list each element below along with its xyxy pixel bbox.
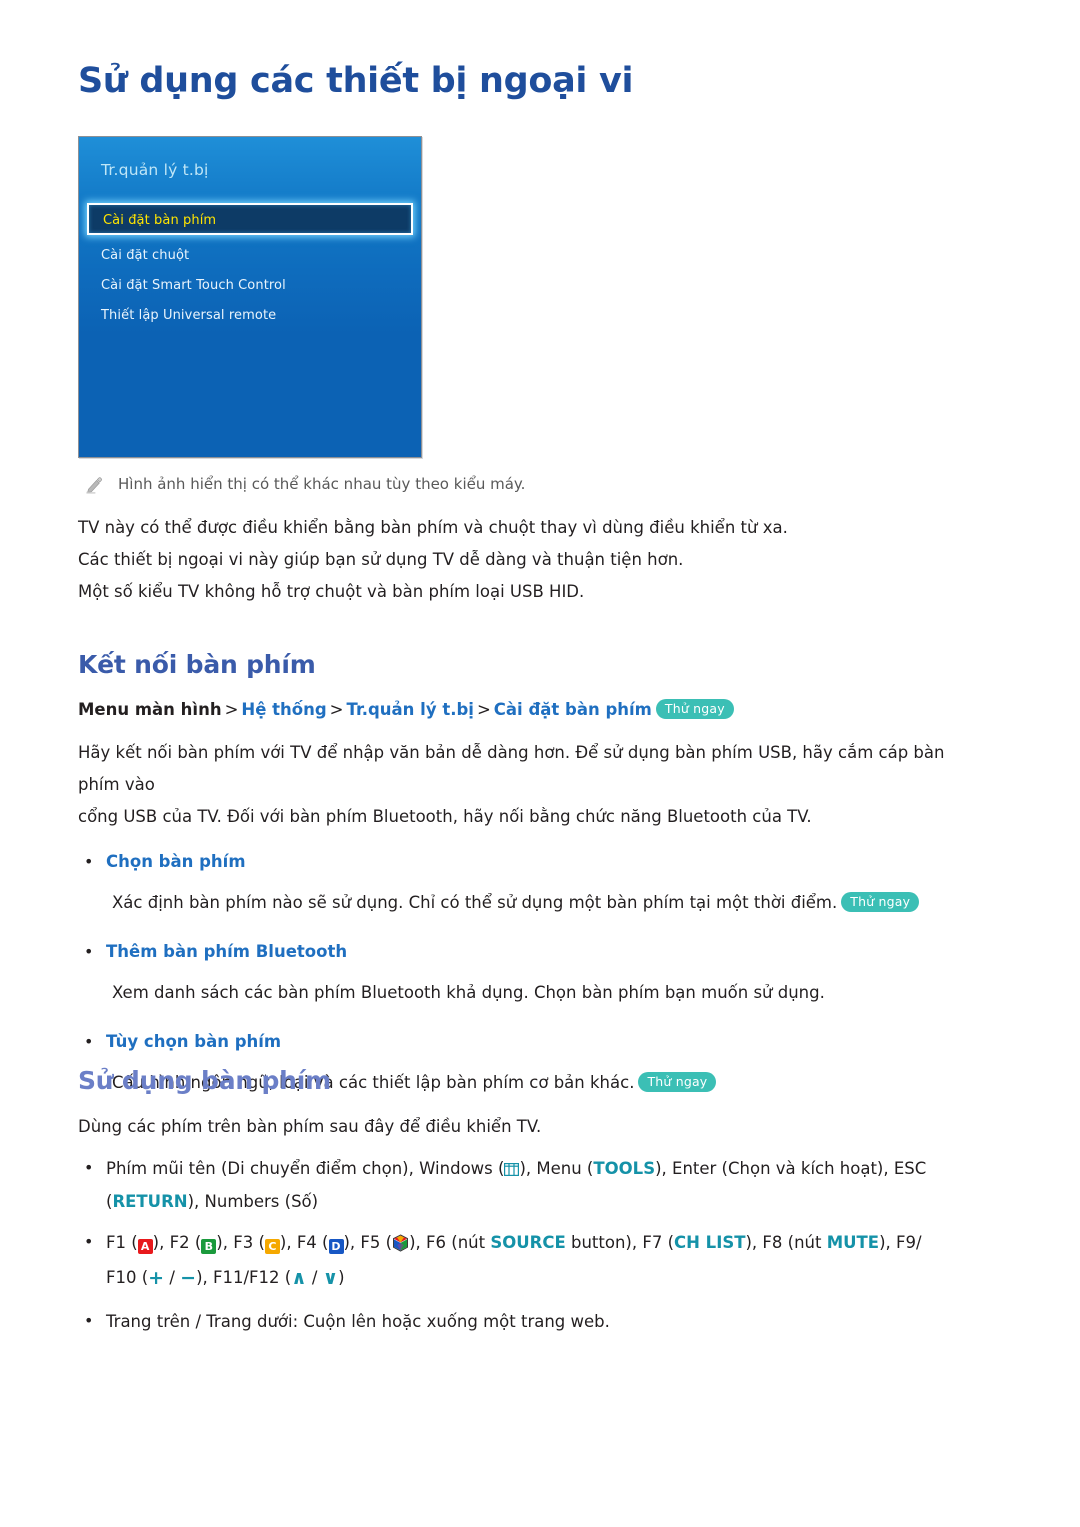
bullet-dot-icon: • [84, 1311, 94, 1330]
tv-menu-item-keyboard-settings[interactable]: Cài đặt bàn phím [87, 203, 413, 235]
breadcrumb-separator-1: > [224, 700, 239, 719]
connect-paragraph-line-2: cổng USB của TV. Đối với bàn phím Blueto… [78, 807, 812, 826]
fkeys-text-f1: F1 ( [106, 1233, 138, 1252]
use-intro-text: Dùng các phím trên bàn phím sau đây để đ… [78, 1117, 542, 1136]
connect-paragraph-line-1: Hãy kết nối bàn phím với TV để nhập văn … [78, 743, 945, 794]
tv-menu-item-mouse-settings[interactable]: Cài đặt chuột [79, 241, 421, 271]
option-add-bluetooth-keyboard: • Thêm bàn phím Bluetooth [78, 937, 988, 967]
channel-up-icon: ∧ [291, 1267, 307, 1289]
key-list-item-function-keys: • F1 (A), F2 (B), F3 (C), F4 (D), F5 (),… [78, 1227, 988, 1294]
intro-paragraph-1: TV này có thể được điều khiển bằng bàn p… [78, 518, 788, 537]
tv-menu-list: Cài đặt bàn phím Cài đặt chuột Cài đặt S… [79, 203, 421, 331]
keys-text-c: ), Enter (Chọn và kích hoạt), ESC [655, 1159, 927, 1178]
page-scroll-text: Trang trên / Trang dưới: Cuộn lên hoặc x… [106, 1312, 610, 1331]
page-title: Sử dụng các thiết bị ngoại vi [78, 61, 634, 101]
bullet-dot-icon: • [84, 1032, 94, 1051]
key-return-label: RETURN [112, 1192, 188, 1211]
key-list-item-page-scroll: • Trang trên / Trang dưới: Cuộn lên hoặc… [78, 1306, 988, 1337]
fkeys-text-end: ) [338, 1268, 345, 1287]
key-c-icon: C [264, 1239, 280, 1254]
bullet-dot-icon: • [84, 1158, 94, 1177]
keys-text-b: ), Menu ( [519, 1159, 594, 1178]
connect-paragraph: Hãy kết nối bàn phím với TV để nhập văn … [78, 737, 988, 833]
tv-menu-item-smart-touch-control[interactable]: Cài đặt Smart Touch Control [79, 271, 421, 301]
option-title-keyboard-options: Tùy chọn bàn phím [106, 1032, 282, 1051]
intro-paragraph-2: Các thiết bị ngoại vi này giúp bạn sử dụ… [78, 550, 684, 569]
fkeys-text-f4: ), F4 ( [279, 1233, 329, 1252]
option-desc-select-keyboard: Xác định bàn phím nào sẽ sử dụng. Chỉ có… [112, 887, 988, 919]
tv-panel-title: Tr.quản lý t.bị [101, 161, 209, 179]
key-d-icon: D [328, 1239, 344, 1254]
section-use-keyboard: Sử dụng bàn phím Dùng các phím trên bàn … [78, 1066, 988, 1337]
try-now-badge-select-keyboard[interactable]: Thử ngay [841, 892, 920, 912]
smart-hub-icon [392, 1231, 409, 1262]
fkeys-text-f5: ), F5 ( [343, 1233, 393, 1252]
breadcrumb-item-system[interactable]: Hệ thống [241, 700, 326, 719]
fkeys-text-f9: ), F9/ [879, 1233, 922, 1252]
fkeys-text-f10pre: F10 ( [106, 1268, 149, 1287]
fkeys-text-f3: ), F3 ( [216, 1233, 265, 1252]
key-source-label: SOURCE [490, 1233, 566, 1252]
key-list-item-navigation: • Phím mũi tên (Di chuyển điểm chọn), Wi… [78, 1153, 988, 1217]
option-desc-text: Xác định bàn phím nào sẽ sử dụng. Chỉ có… [112, 893, 838, 912]
manual-page: Sử dụng các thiết bị ngoại vi Tr.quản lý… [0, 0, 1080, 1527]
breadcrumb-item-device-manager[interactable]: Tr.quản lý t.bị [347, 700, 474, 719]
fkeys-text-f8pre: ), F8 (nút [745, 1233, 827, 1252]
section-heading-use: Sử dụng bàn phím [78, 1066, 331, 1095]
fkeys-slash-2: / [306, 1268, 323, 1287]
key-mute-label: MUTE [826, 1233, 880, 1252]
key-chlist-label: CH LIST [674, 1233, 746, 1252]
channel-down-icon: ∨ [322, 1267, 339, 1289]
section-connect-keyboard: Kết nối bàn phím Menu màn hình > Hệ thống >… [78, 650, 988, 1099]
intro-paragraphs: TV này có thể được điều khiển bằng bàn p… [78, 512, 988, 608]
fkeys-text-f7pre: button), F7 ( [565, 1233, 675, 1252]
section-heading-connect: Kết nối bàn phím [78, 650, 316, 679]
try-now-badge-breadcrumb[interactable]: Thử ngay [655, 699, 734, 719]
tv-menu-panel: Tr.quản lý t.bị Cài đặt bàn phím Cài đặt… [78, 136, 422, 458]
intro-paragraph-3: Một số kiểu TV không hỗ trợ chuột và bàn… [78, 582, 585, 601]
key-a-icon: A [137, 1239, 153, 1254]
key-tools-label: TOOLS [593, 1159, 656, 1178]
bullet-dot-icon: • [84, 852, 94, 871]
tv-menu-item-universal-remote[interactable]: Thiết lập Universal remote [79, 301, 421, 331]
breadcrumb-separator-2: > [329, 700, 344, 719]
volume-down-icon: − [180, 1267, 197, 1289]
key-b-icon: B [201, 1239, 217, 1254]
bullet-dot-icon: • [84, 942, 94, 961]
fkeys-text-f11pre: ), F11/F12 ( [196, 1268, 292, 1287]
fkeys-slash-1: / [164, 1268, 181, 1287]
option-title-add-bluetooth-keyboard: Thêm bàn phím Bluetooth [106, 942, 348, 961]
breadcrumb-root: Menu màn hình [78, 700, 222, 719]
keys-text-e: ), Numbers (Số) [187, 1192, 319, 1211]
note-text: Hình ảnh hiển thị có thể khác nhau tùy t… [118, 475, 526, 493]
option-title-select-keyboard: Chọn bàn phím [106, 852, 246, 871]
note-row: Hình ảnh hiển thị có thể khác nhau tùy t… [84, 474, 964, 494]
option-keyboard-options: • Tùy chọn bàn phím [78, 1027, 988, 1057]
option-desc-add-bluetooth-keyboard: Xem danh sách các bàn phím Bluetooth khả… [112, 983, 825, 1002]
bullet-dot-icon: • [84, 1232, 94, 1251]
breadcrumb: Menu màn hình > Hệ thống > Tr.quản lý t.bị > C… [78, 697, 988, 723]
volume-up-icon: + [148, 1267, 165, 1289]
fkeys-text-f2: ), F2 ( [152, 1233, 202, 1252]
windows-icon [504, 1155, 520, 1186]
breadcrumb-item-keyboard-settings[interactable]: Cài đặt bàn phím [494, 700, 652, 719]
keys-text-a: Phím mũi tên (Di chuyển điểm chọn), Wind… [106, 1159, 505, 1178]
pencil-icon [84, 475, 104, 495]
fkeys-text-f6: ), F6 (nút [409, 1233, 491, 1252]
option-select-keyboard: • Chọn bàn phím [78, 847, 988, 877]
breadcrumb-separator-3: > [476, 700, 491, 719]
